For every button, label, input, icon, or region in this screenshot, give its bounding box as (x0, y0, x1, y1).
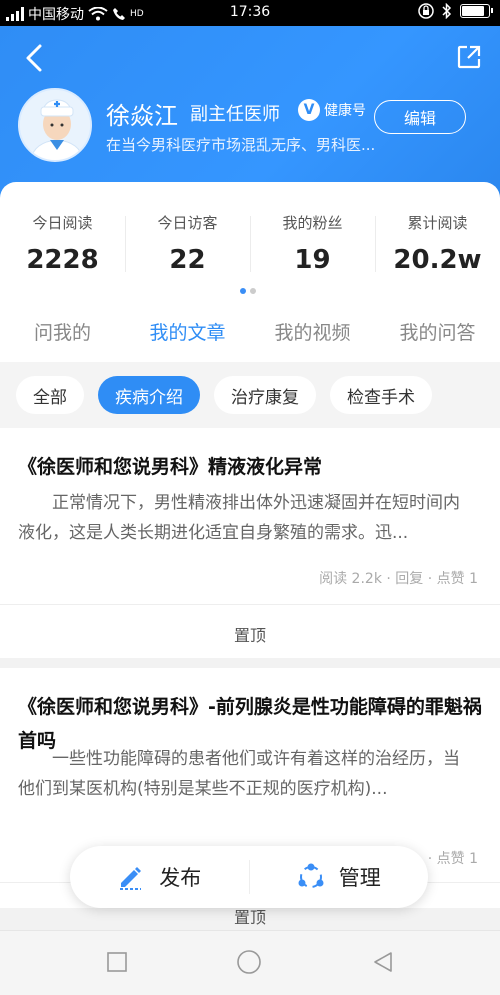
tab-answers[interactable]: 我的问答 (375, 318, 500, 345)
stats-row: 今日阅读 2228 今日访客 22 我的粉丝 19 累计阅读 20.2w (0, 212, 500, 275)
avatar[interactable] (18, 88, 92, 162)
stats-card: 今日阅读 2228 今日访客 22 我的粉丝 19 累计阅读 20.2w 问我的… (0, 182, 500, 362)
article-title[interactable]: 《徐医师和您说男科》精液液化异常 (18, 450, 484, 484)
stat-value: 20.2w (393, 245, 482, 275)
home-icon[interactable] (236, 949, 262, 975)
stat-label: 我的粉丝 (282, 214, 343, 232)
edit-pen-icon (120, 867, 142, 890)
stat-today-reads[interactable]: 今日阅读 2228 (0, 212, 125, 275)
content-tabs: 问我的 我的文章 我的视频 我的问答 (0, 318, 500, 345)
doctor-title: 副主任医师 (190, 104, 280, 125)
publish-button[interactable]: 发布 (70, 846, 249, 908)
article-summary: 一些性功能障碍的患者他们或许有着这样的治经历，当他们到某医机构(特别是某些不正规… (18, 749, 460, 799)
lock-rotation-icon (418, 3, 434, 19)
status-bar: 中国移动 HD 17:36 (0, 0, 500, 26)
floating-action-bar: 发布 管理 (70, 846, 428, 908)
filter-disease-intro[interactable]: 疾病介绍 (98, 376, 200, 414)
manage-circle-icon (298, 863, 324, 888)
doctor-name: 徐焱江 (106, 102, 178, 130)
tab-videos[interactable]: 我的视频 (250, 318, 375, 345)
filter-all[interactable]: 全部 (16, 376, 84, 414)
stat-total-reads[interactable]: 累计阅读 20.2w (375, 212, 500, 275)
verified-badge: V 健康号 (298, 98, 366, 122)
badge-label: 健康号 (324, 103, 366, 119)
page-dot (250, 288, 256, 294)
article-card[interactable]: 《徐医师和您说男科》精液液化异常 正常情况下，男性精液排出体外迅速凝固并在短时间… (0, 428, 500, 658)
doctor-avatar-icon (20, 90, 90, 160)
tab-questions[interactable]: 问我的 (0, 318, 125, 345)
share-icon[interactable] (456, 44, 482, 70)
battery-icon (460, 4, 493, 18)
stat-label: 今日访客 (157, 214, 218, 232)
stat-today-visitors[interactable]: 今日访客 22 (125, 212, 250, 275)
edit-button[interactable]: 编辑 (374, 100, 466, 134)
divider (0, 604, 500, 605)
back-nav-icon[interactable] (372, 951, 394, 973)
stat-label: 累计阅读 (407, 214, 468, 232)
stat-label: 今日阅读 (32, 214, 93, 232)
recent-apps-icon[interactable] (106, 951, 128, 973)
category-filters: 全部 疾病介绍 治疗康复 检查手术 (0, 362, 500, 428)
status-right (418, 3, 493, 19)
back-icon[interactable] (22, 42, 46, 74)
page-indicator (240, 288, 256, 294)
page-dot-active (240, 288, 246, 294)
bluetooth-icon (442, 3, 452, 19)
profile-intro[interactable]: 在当今男科医疗市场混乱无序、男科医... (106, 134, 406, 155)
pin-button[interactable]: 置顶 (0, 622, 500, 646)
article-meta: · 点赞 1 (427, 851, 478, 867)
manage-button[interactable]: 管理 (250, 846, 429, 908)
stat-value: 2228 (26, 245, 99, 275)
stat-value: 22 (169, 245, 206, 275)
tab-articles[interactable]: 我的文章 (125, 318, 250, 345)
manage-label: 管理 (338, 866, 381, 890)
publish-label: 发布 (159, 866, 202, 890)
verified-icon: V (298, 99, 320, 121)
article-summary: 正常情况下，男性精液排出体外迅速凝固并在短时间内液化，这是人类长期进化适宜自身繁… (18, 493, 460, 543)
system-nav-bar (0, 930, 500, 995)
filter-treatment[interactable]: 治疗康复 (214, 376, 316, 414)
stat-fans[interactable]: 我的粉丝 19 (250, 212, 375, 275)
filter-examination[interactable]: 检查手术 (330, 376, 432, 414)
article-meta: 阅读 2.2k · 回复 · 点赞 1 (319, 571, 478, 587)
stat-value: 19 (294, 245, 331, 275)
